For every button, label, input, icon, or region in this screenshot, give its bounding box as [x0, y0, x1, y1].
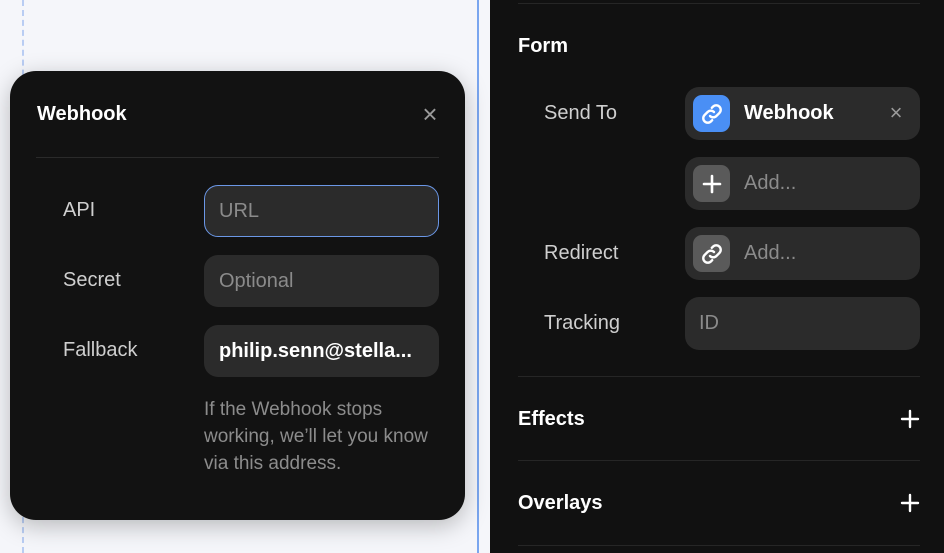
effects-section-title: Effects [518, 408, 585, 430]
webhook-popover: Webhook × API URL Secret Optional Fallba… [10, 71, 465, 520]
section-divider [518, 545, 920, 546]
close-icon[interactable]: × [418, 101, 442, 127]
redirect-add-label: Add... [744, 242, 797, 264]
tracking-id-input[interactable]: ID [685, 297, 920, 350]
fallback-help-text: If the Webhook stops working, we’ll let … [204, 399, 428, 474]
overlays-section-title: Overlays [518, 492, 603, 514]
secret-input[interactable]: Optional [204, 255, 439, 307]
redirect-label: Redirect [544, 242, 619, 264]
properties-panel: Form Send To Webhook × Add... Redirect A… [490, 0, 944, 553]
link-icon [693, 95, 730, 132]
add-overlay-plus-icon[interactable] [898, 491, 922, 515]
send-to-webhook-label: Webhook [744, 102, 834, 124]
send-to-add-label: Add... [744, 172, 797, 194]
selection-guide-line [477, 0, 479, 553]
section-divider [518, 376, 920, 377]
redirect-add-button[interactable]: Add... [685, 227, 920, 280]
api-url-input[interactable]: URL [204, 185, 439, 237]
tracking-id-placeholder: ID [699, 312, 719, 334]
send-to-webhook-chip[interactable]: Webhook × [685, 87, 920, 140]
api-label: API [63, 199, 96, 221]
fallback-label: Fallback [63, 339, 138, 361]
link-icon [693, 235, 730, 272]
popover-divider [36, 157, 439, 158]
form-section-title: Form [518, 35, 568, 57]
tracking-label: Tracking [544, 312, 620, 334]
section-divider [518, 460, 920, 461]
plus-icon [693, 165, 730, 202]
section-divider [518, 3, 920, 4]
fallback-email-input[interactable]: philip.senn@stella... [204, 325, 439, 377]
send-to-label: Send To [544, 102, 618, 124]
remove-icon[interactable]: × [884, 101, 908, 125]
popover-title: Webhook [37, 103, 127, 125]
secret-label: Secret [63, 269, 121, 291]
add-effect-plus-icon[interactable] [898, 407, 922, 431]
canvas-area: Webhook × API URL Secret Optional Fallba… [0, 0, 490, 553]
send-to-add-button[interactable]: Add... [685, 157, 920, 210]
